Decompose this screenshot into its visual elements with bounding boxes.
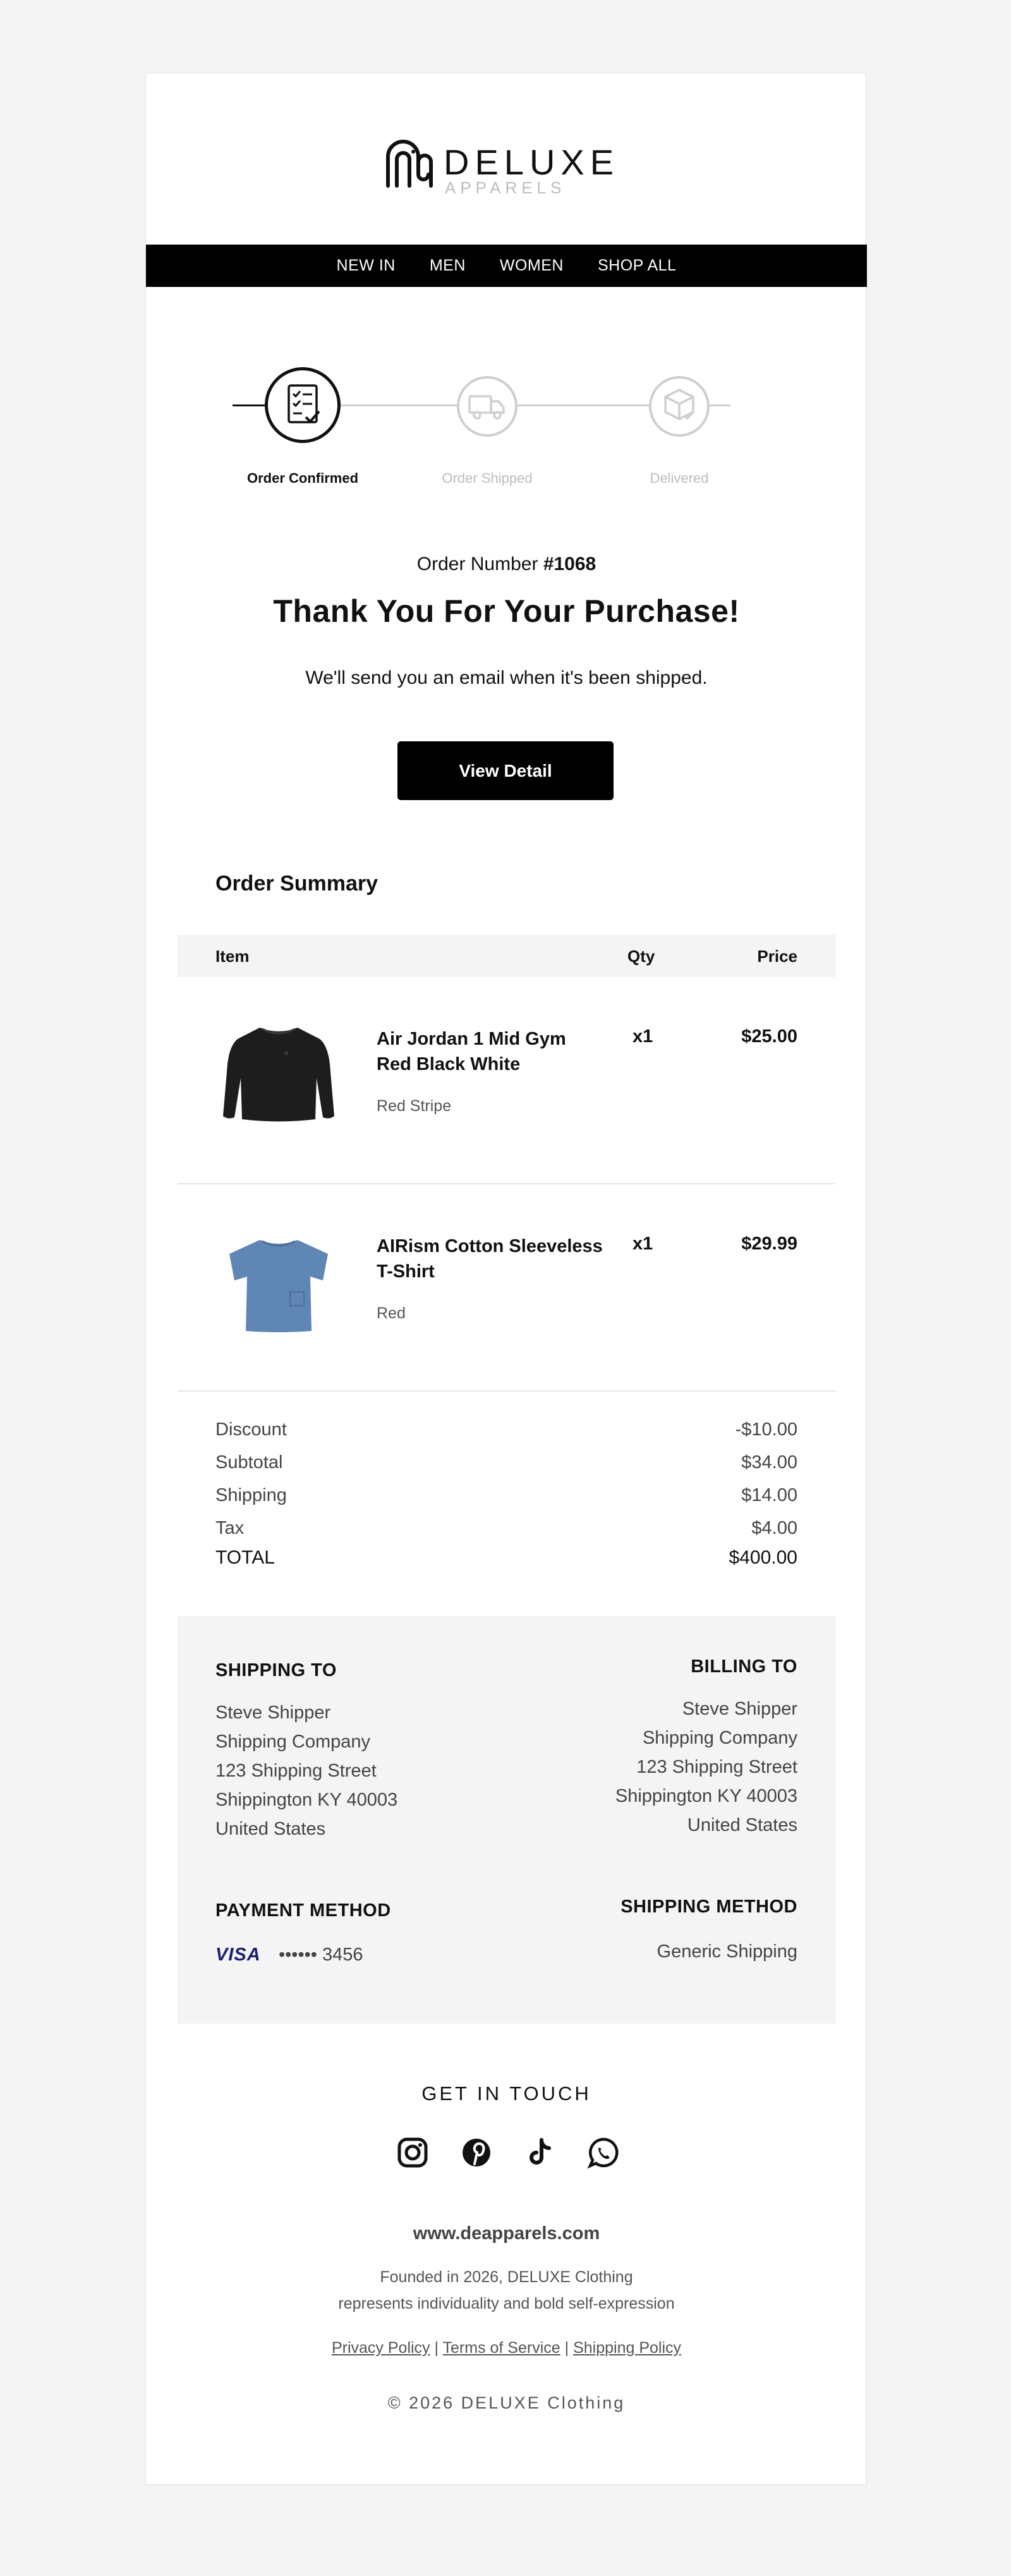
brand-description-line: represents individuality and bold self-e… — [338, 2295, 675, 2312]
terms-of-service-link[interactable]: Terms of Service — [443, 2339, 560, 2357]
shipping-policy-link[interactable]: Shipping Policy — [573, 2339, 681, 2357]
address-line: United States — [687, 1815, 797, 1835]
totals-value: $4.00 — [751, 1518, 797, 1538]
item-name[interactable]: Air Jordan 1 Mid Gym Red Black White — [377, 1026, 604, 1077]
column-item: Item — [215, 947, 250, 966]
payment-method-heading: PAYMENT METHOD — [215, 1900, 391, 1921]
column-qty: Qty — [627, 947, 655, 966]
address-line: Shippington KY 40003 — [615, 1786, 797, 1806]
brand-subtitle: APPARELS — [445, 178, 566, 197]
totals-row-shipping: Shipping $14.00 — [215, 1485, 797, 1518]
shipping-to-heading: SHIPPING TO — [215, 1660, 337, 1680]
view-detail-button[interactable]: View Detail — [397, 741, 614, 800]
package-check-icon — [664, 389, 695, 420]
totals-label: TOTAL — [215, 1547, 275, 1568]
totals-value: -$10.00 — [735, 1419, 797, 1440]
brand-logo[interactable]: DELUXE APPARELS — [383, 137, 636, 200]
product-image-sweatshirt[interactable] — [215, 1009, 342, 1135]
order-totals: Discount -$10.00 Subtotal $34.00 Shippin… — [215, 1419, 797, 1576]
address-line: Shippington KY 40003 — [215, 1790, 398, 1810]
item-price: $29.99 — [741, 1234, 797, 1254]
nav-item-new-in[interactable]: NEW IN — [337, 257, 396, 275]
item-variant: Red — [377, 1304, 406, 1322]
step-label-shipped: Order Shipped — [442, 470, 533, 486]
totals-label: Subtotal — [215, 1452, 283, 1473]
brand-description-line: Founded in 2026, DELUXE Clothing — [380, 2268, 633, 2286]
item-qty: x1 — [633, 1234, 653, 1254]
order-summary-title: Order Summary — [215, 872, 378, 896]
email-card: DELUXE APPARELS NEW IN MEN WOMEN SHOP AL… — [145, 73, 867, 2485]
order-number-value: #1068 — [543, 554, 596, 574]
address-line: Shipping Company — [642, 1728, 797, 1748]
website-link[interactable]: www.deapparels.com — [146, 2223, 867, 2244]
step-label-delivered: Delivered — [650, 470, 709, 486]
nav-item-men[interactable]: MEN — [430, 257, 466, 275]
pinterest-icon[interactable] — [457, 2134, 495, 2172]
table-row: AIRism Cotton Sleeveless T-Shirt Red x1 … — [178, 1184, 835, 1392]
tiktok-icon[interactable] — [521, 2134, 559, 2172]
totals-label: Discount — [215, 1419, 287, 1440]
shipping-address: Steve Shipper Shipping Company 123 Shipp… — [215, 1698, 397, 1844]
item-name[interactable]: AIRism Cotton Sleeveless T-Shirt — [377, 1234, 604, 1284]
totals-value: $400.00 — [729, 1547, 797, 1568]
totals-row-discount: Discount -$10.00 — [215, 1419, 797, 1452]
table-row: Air Jordan 1 Mid Gym Red Black White Red… — [178, 977, 835, 1184]
copyright: © 2026 DELUXE Clothing — [387, 2393, 626, 2412]
shipping-method-value: Generic Shipping — [657, 1941, 797, 1962]
visa-icon: VISA — [215, 1945, 261, 1965]
card-number: •••••• 3456 — [279, 1945, 363, 1965]
page-title: Thank You For Your Purchase! — [273, 593, 740, 629]
policy-links: Privacy Policy | Terms of Service | Ship… — [146, 2339, 867, 2357]
truck-icon — [468, 395, 505, 420]
item-variant: Red Stripe — [377, 1097, 452, 1115]
address-line: Steve Shipper — [682, 1699, 797, 1719]
step-order-confirmed — [265, 367, 341, 443]
order-number: Order Number #1068 — [146, 554, 867, 575]
checklist-icon — [288, 384, 320, 423]
order-number-label: Order Number — [416, 554, 538, 574]
shipping-notice: We'll send you an email when it's been s… — [305, 667, 708, 688]
privacy-policy-link[interactable]: Privacy Policy — [332, 2339, 430, 2357]
brand-description: Founded in 2026, DELUXE Clothing represe… — [146, 2264, 867, 2317]
address-panel: SHIPPING TO Steve Shipper Shipping Compa… — [178, 1616, 835, 2024]
address-line: Steve Shipper — [215, 1703, 331, 1723]
billing-to-heading: BILLING TO — [691, 1656, 797, 1677]
nav-item-women[interactable]: WOMEN — [500, 257, 564, 275]
address-line: United States — [215, 1819, 326, 1839]
shipping-method-heading: SHIPPING METHOD — [621, 1897, 797, 1917]
totals-value: $34.00 — [741, 1452, 797, 1473]
item-qty: x1 — [633, 1026, 653, 1047]
address-line: Shipping Company — [215, 1732, 371, 1752]
address-line: 123 Shipping Street — [215, 1761, 377, 1781]
totals-value: $14.00 — [741, 1485, 797, 1505]
totals-label: Tax — [215, 1518, 245, 1538]
whatsapp-icon[interactable] — [584, 2134, 622, 2172]
step-delivered — [649, 376, 710, 437]
summary-table-header: Item Qty Price — [178, 935, 835, 977]
item-price: $25.00 — [741, 1026, 797, 1047]
totals-label: Shipping — [215, 1485, 287, 1505]
billing-address: Steve Shipper Shipping Company 123 Shipp… — [615, 1694, 797, 1840]
separator: | — [434, 2339, 439, 2357]
nav-item-shop-all[interactable]: SHOP ALL — [598, 257, 676, 275]
instagram-icon[interactable] — [394, 2134, 432, 2172]
step-order-shipped — [457, 376, 518, 437]
product-image-tshirt[interactable] — [215, 1216, 342, 1342]
column-price: Price — [757, 947, 797, 966]
main-nav: NEW IN MEN WOMEN SHOP ALL — [146, 245, 867, 287]
brand-name: DELUXE — [444, 142, 620, 182]
totals-row-tax: Tax $4.00 — [215, 1518, 797, 1547]
separator: | — [564, 2339, 569, 2357]
step-label-confirmed: Order Confirmed — [246, 470, 359, 486]
address-line: 123 Shipping Street — [636, 1757, 797, 1777]
get-in-touch-heading: GET IN TOUCH — [421, 2082, 591, 2105]
totals-row-total: TOTAL $400.00 — [215, 1547, 797, 1576]
totals-row-subtotal: Subtotal $34.00 — [215, 1452, 797, 1485]
elephant-logo-icon — [386, 140, 433, 188]
